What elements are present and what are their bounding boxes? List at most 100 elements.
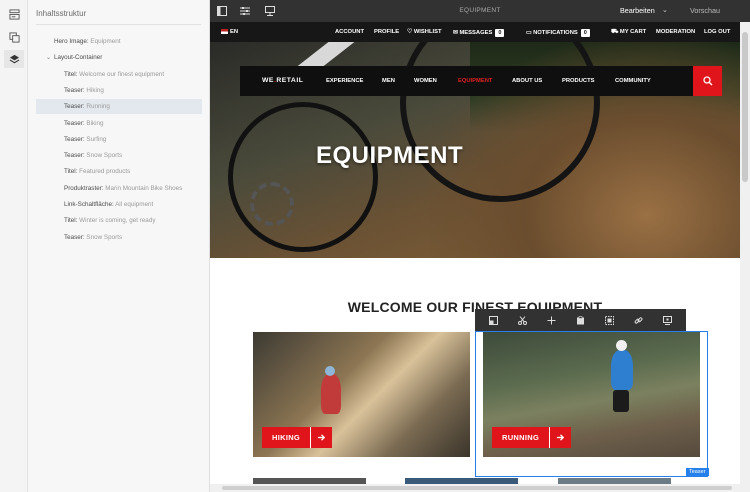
layers-icon[interactable] xyxy=(4,50,24,68)
teaser-hiking-cta[interactable]: HIKING xyxy=(262,427,333,448)
component-edit-toolbar xyxy=(475,309,686,331)
hiker-figure xyxy=(321,374,341,414)
tree-item[interactable]: Link-Schaltfläche: All equipment xyxy=(36,197,202,212)
teaser-hiking[interactable]: HIKING xyxy=(253,332,470,457)
selected-component-tag: Teaser xyxy=(686,468,709,476)
tree-item-type: Titel: xyxy=(64,168,78,176)
tree-item[interactable]: Teaser: Snow Sports xyxy=(36,230,202,245)
tree-item-value: Equipment xyxy=(90,38,121,45)
nav-experience[interactable]: EXPERIENCE xyxy=(326,78,363,84)
tree-item-type: Hero Image: xyxy=(54,38,89,45)
tree-item-value: Hiking xyxy=(86,86,104,94)
messages-link[interactable]: ✉ MESSAGES 0 xyxy=(453,29,505,37)
page-title: EQUIPMENT xyxy=(459,7,501,14)
tree-item[interactable]: Produktraster: Marin Mountain Bike Shoes xyxy=(36,181,202,196)
cart-link[interactable]: ⛟ MY CART xyxy=(611,29,646,36)
flag-icon xyxy=(221,29,228,34)
account-link[interactable]: ACCOUNT xyxy=(335,29,364,35)
tree-item-value: Biking xyxy=(86,119,104,127)
arrow-right-icon xyxy=(310,427,333,448)
chevron-down-icon[interactable]: ⌄ xyxy=(662,6,668,14)
chevron-down-icon[interactable]: ⌄ xyxy=(46,51,54,65)
profile-link[interactable]: PROFILE xyxy=(374,29,399,35)
notifications-count: 0 xyxy=(580,29,590,37)
editor-toolbar: EQUIPMENT Bearbeiten ⌄ Vorschau xyxy=(210,0,750,22)
emulator-icon[interactable] xyxy=(263,4,277,18)
runner-figure xyxy=(613,390,629,412)
moderation-link[interactable]: MODERATION xyxy=(656,29,695,35)
tree-item[interactable]: Teaser: Snow Sports xyxy=(36,148,202,163)
nav-women[interactable]: WOMEN xyxy=(414,78,437,84)
tree-item-type: Teaser: xyxy=(64,233,85,241)
tree-item[interactable]: Hero Image: Equipment xyxy=(36,34,202,49)
configure-icon[interactable] xyxy=(661,313,675,327)
language-selector[interactable]: EN xyxy=(221,29,238,35)
notifications-link[interactable]: ▭ NOTIFICATIONS 0 xyxy=(526,29,590,37)
tree-item[interactable]: ⌄ Layout-Container xyxy=(36,50,202,65)
tree-item-type: Layout-Container xyxy=(54,54,103,62)
add-icon[interactable] xyxy=(545,313,559,327)
tree-item[interactable]: Teaser: Running xyxy=(36,99,202,115)
runner-figure xyxy=(611,350,633,390)
hero-image[interactable]: WE.RETAIL EXPERIENCE MEN WOMEN EQUIPMENT… xyxy=(210,42,740,258)
tree-item[interactable]: Teaser: Surfing xyxy=(36,132,202,147)
heart-icon: ♡ xyxy=(407,29,414,35)
teaser-running-cta[interactable]: RUNNING xyxy=(492,427,572,448)
tree-item-type: Teaser: xyxy=(64,135,85,143)
nav-community[interactable]: COMMUNITY xyxy=(615,78,651,84)
cart-icon: ⛟ xyxy=(611,29,620,35)
tree-item[interactable]: Teaser: Biking xyxy=(36,116,202,131)
nav-men[interactable]: MEN xyxy=(382,78,395,84)
runner-figure xyxy=(616,340,627,351)
main-navigation: WE.RETAIL EXPERIENCE MEN WOMEN EQUIPMENT… xyxy=(240,66,722,96)
tree-item-value: Welcome our finest equipment xyxy=(79,70,165,78)
hero-bike-wheel xyxy=(228,102,378,252)
tree-item[interactable]: Teaser: Hiking xyxy=(36,83,202,98)
nav-products[interactable]: PRODUCTS xyxy=(562,78,595,84)
teaser-hiking-label: HIKING xyxy=(262,427,311,448)
tree-item-value: Winter is coming, get ready xyxy=(79,217,156,225)
horizontal-scrollbar[interactable] xyxy=(210,484,750,492)
properties-icon[interactable] xyxy=(238,4,252,18)
paste-icon[interactable] xyxy=(574,313,588,327)
components-icon[interactable] xyxy=(4,5,24,23)
nav-equipment[interactable]: EQUIPMENT xyxy=(458,78,492,84)
scrollbar-thumb[interactable] xyxy=(742,32,748,182)
tree-item-value: Running xyxy=(86,103,110,111)
layout-icon[interactable] xyxy=(487,313,501,327)
tree-item-type: Teaser: xyxy=(64,152,85,160)
tree-item[interactable]: Titel: Featured products xyxy=(36,164,202,179)
hero-title: EQUIPMENT xyxy=(316,142,464,169)
tree-item-type: Titel: xyxy=(64,217,78,225)
tree-item[interactable]: Titel: Winter is coming, get ready xyxy=(36,213,202,228)
cut-icon[interactable] xyxy=(516,313,530,327)
assets-icon[interactable] xyxy=(4,28,24,46)
utility-bar: EN ACCOUNT PROFILE ♡ WISHLIST ✉ MESSAGES… xyxy=(210,22,740,42)
tree-item-type: Produktraster: xyxy=(64,184,104,192)
content-tree-panel: Inhaltsstruktur Hero Image: Equipment ⌄ La… xyxy=(28,0,210,492)
panel-title: Inhaltsstruktur xyxy=(36,9,87,18)
toggle-side-panel-icon[interactable] xyxy=(215,4,229,18)
tree-item-type: Titel: xyxy=(64,70,78,78)
logout-link[interactable]: LOG OUT xyxy=(704,29,730,35)
brand-logo[interactable]: WE.RETAIL xyxy=(262,77,303,84)
group-icon[interactable] xyxy=(603,313,617,327)
hero-bike-gear xyxy=(250,182,294,226)
tree-item-type: Teaser: xyxy=(64,103,85,111)
wishlist-link[interactable]: ♡ WISHLIST xyxy=(407,29,442,35)
hiker-figure xyxy=(325,366,335,376)
nav-about-us[interactable]: ABOUT US xyxy=(512,78,542,84)
mode-selector[interactable]: Bearbeiten xyxy=(620,6,655,15)
preview-button[interactable]: Vorschau xyxy=(690,6,720,15)
search-button[interactable] xyxy=(693,66,722,96)
teaser-running[interactable]: RUNNING xyxy=(483,332,700,457)
tree-item-type: Teaser: xyxy=(64,119,85,127)
messages-count: 0 xyxy=(495,29,505,37)
tree-item-value: Featured products xyxy=(79,168,131,176)
scrollbar-thumb[interactable] xyxy=(222,486,732,490)
vertical-scrollbar[interactable] xyxy=(740,22,750,484)
search-icon xyxy=(702,76,712,86)
link-icon[interactable] xyxy=(632,313,646,327)
tree-item-value: Marin Mountain Bike Shoes xyxy=(105,184,183,192)
tree-item[interactable]: Titel: Welcome our finest equipment xyxy=(36,67,202,82)
